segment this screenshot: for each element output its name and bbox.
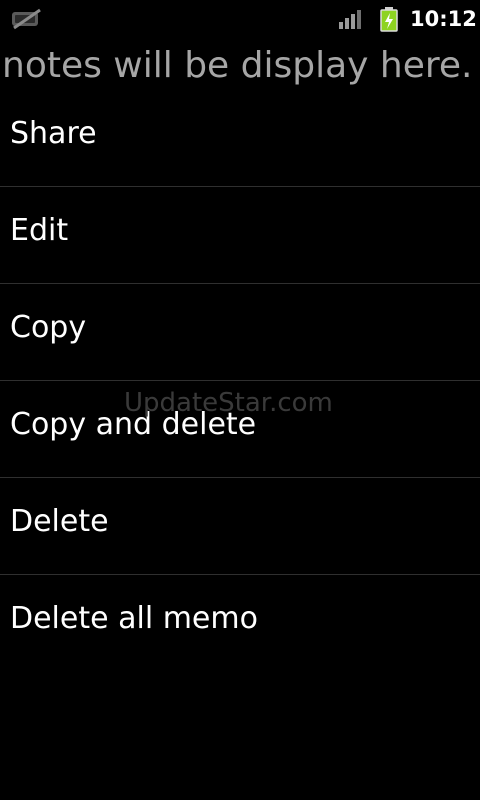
menu-item-copy[interactable]: Copy xyxy=(0,284,480,381)
menu-item-delete-all-memo[interactable]: Delete all memo xyxy=(0,575,480,671)
menu-item-delete[interactable]: Delete xyxy=(0,478,480,575)
menu-item-label: Copy and delete xyxy=(10,407,257,442)
menu-item-label: Share xyxy=(10,116,97,151)
battery-charging-icon xyxy=(378,6,400,32)
status-bar: 10:12 xyxy=(0,0,480,38)
menu-item-edit[interactable]: Edit xyxy=(0,187,480,284)
menu-item-label: Edit xyxy=(10,213,69,248)
menu-item-label: Delete all memo xyxy=(10,601,258,636)
notes-placeholder-text: notes will be display here. xyxy=(2,45,473,86)
status-time: 10:12 xyxy=(410,7,477,31)
menu-item-label: Delete xyxy=(10,504,109,539)
phone-screen: 10:12 notes will be display here. Share … xyxy=(0,0,480,800)
menu-item-copy-and-delete[interactable]: Copy and delete xyxy=(0,381,480,478)
menu-item-share[interactable]: Share xyxy=(0,90,480,187)
context-menu: Share Edit Copy Copy and delete Delete D… xyxy=(0,90,480,671)
notification-muted-icon xyxy=(10,8,44,30)
menu-item-label: Copy xyxy=(10,310,87,345)
signal-icon xyxy=(338,8,364,30)
